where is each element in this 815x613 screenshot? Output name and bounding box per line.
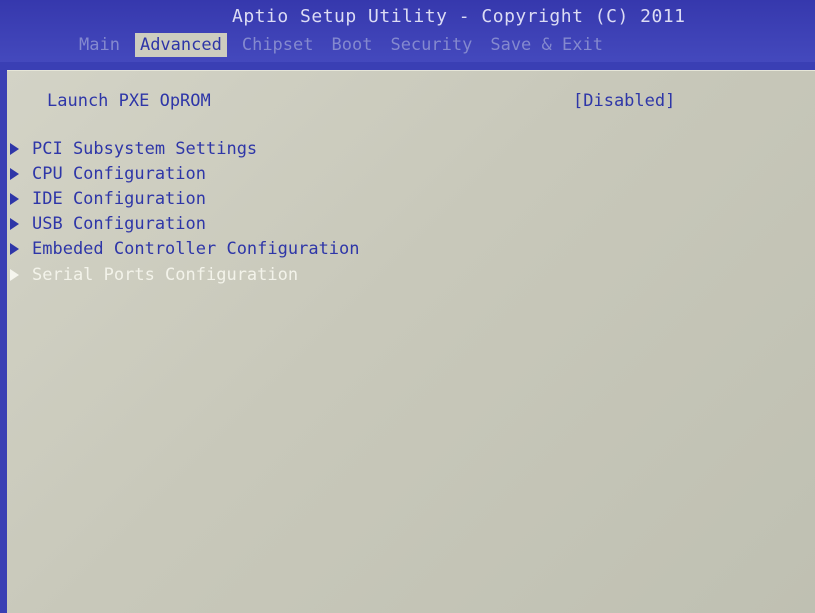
submenu-arrow-icon — [10, 193, 19, 205]
submenu-arrow-icon — [10, 269, 19, 281]
submenu-label: IDE Configuration — [32, 189, 206, 209]
submenu-label: Serial Ports Configuration — [32, 265, 299, 285]
tab-main[interactable]: Main — [76, 33, 123, 57]
tab-chipset[interactable]: Chipset — [239, 33, 317, 57]
submenu-label: CPU Configuration — [32, 164, 206, 184]
option-label: Launch PXE OpROM — [47, 91, 211, 111]
submenu-serial-ports-configuration[interactable]: Serial Ports Configuration — [7, 264, 298, 286]
left-frame — [0, 62, 7, 613]
submenu-pci-subsystem-settings[interactable]: PCI Subsystem Settings — [7, 138, 257, 160]
tab-boot[interactable]: Boot — [329, 33, 376, 57]
submenu-usb-configuration[interactable]: USB Configuration — [7, 213, 206, 235]
submenu-label: USB Configuration — [32, 214, 206, 234]
tab-security[interactable]: Security — [387, 33, 475, 57]
bios-screen: Aptio Setup Utility - Copyright (C) 2011… — [0, 0, 815, 613]
submenu-embeded-controller-configuration[interactable]: Embeded Controller Configuration — [7, 238, 360, 260]
submenu-arrow-icon — [10, 143, 19, 155]
submenu-label: Embeded Controller Configuration — [32, 239, 360, 259]
option-value[interactable]: [Disabled] — [573, 90, 675, 112]
submenu-arrow-icon — [10, 243, 19, 255]
tab-bar: Main Advanced Chipset Boot Security Save & Ex… — [76, 33, 618, 59]
settings-panel: Launch PXE OpROM [Disabled] PCI Subsyste… — [7, 70, 815, 613]
launch-pxe-oprom-option[interactable]: Launch PXE OpROM [Disabled] — [47, 90, 675, 112]
tab-advanced[interactable]: Advanced — [134, 33, 227, 57]
header-bar: Aptio Setup Utility - Copyright (C) 2011… — [0, 0, 815, 62]
tab-save-exit[interactable]: Save & Exit — [487, 33, 606, 57]
submenu-arrow-icon — [10, 168, 19, 180]
submenu-ide-configuration[interactable]: IDE Configuration — [7, 188, 206, 210]
window-title: Aptio Setup Utility - Copyright (C) 2011 — [232, 6, 686, 27]
submenu-cpu-configuration[interactable]: CPU Configuration — [7, 163, 206, 185]
submenu-label: PCI Subsystem Settings — [32, 139, 258, 159]
submenu-arrow-icon — [10, 218, 19, 230]
